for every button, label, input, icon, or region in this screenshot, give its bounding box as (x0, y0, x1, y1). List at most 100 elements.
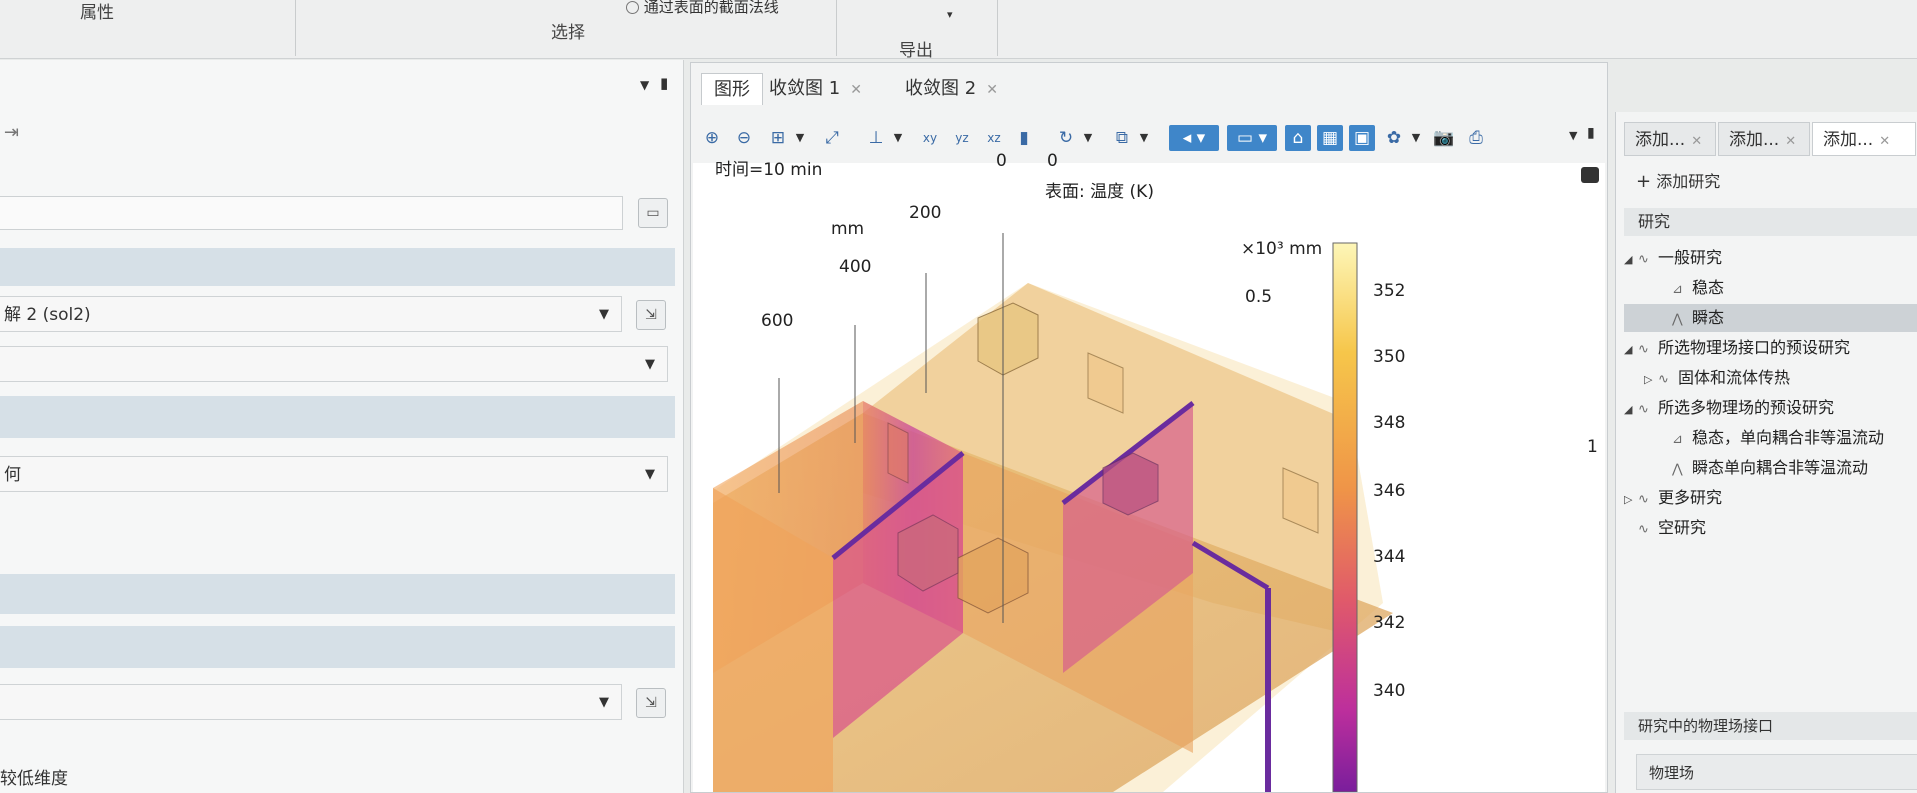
tree-item-stationary[interactable]: ⊿ 稳态 (1624, 274, 1914, 302)
tree-item-transient[interactable]: ⋀ 瞬态 (1624, 304, 1917, 332)
axis-unit-label: ×10³ mm (1241, 239, 1323, 259)
transparency-icon[interactable]: ▭ ▾ (1227, 125, 1277, 151)
screenshot-icon[interactable]: 📷 (1431, 125, 1457, 151)
graphics-window: 图形 收敛图 1 ✕ 收敛图 2 ✕ ▼ ▮ ⊕ ⊖ ⊞ ▼ ⤢ ⊥ ▼ xy yz… (690, 62, 1608, 793)
close-icon[interactable]: ✕ (850, 82, 862, 98)
add-study-button[interactable]: + 添加研究 (1636, 168, 1720, 192)
collapse-icon[interactable]: ▷ (1644, 366, 1658, 394)
chevron-down-icon[interactable]: ▼ (885, 125, 911, 151)
radio-icon (626, 1, 639, 14)
section-header-row (0, 248, 675, 286)
chevron-down-icon[interactable]: ▼ (1075, 125, 1101, 151)
wireframe-icon[interactable]: ⌂ (1285, 125, 1311, 151)
stationary-icon: ⊿ (1672, 282, 1683, 297)
surface-expression-label: 表面: 温度 (K) (1045, 182, 1154, 202)
section-header-row (0, 574, 675, 614)
expand-icon[interactable]: ◢ (1624, 246, 1638, 274)
tab-add-physics[interactable]: 添加... ✕ (1718, 122, 1810, 156)
chevron-down-icon: ▼ (645, 467, 655, 482)
chevron-down-icon[interactable]: ▼ (1403, 125, 1429, 151)
tab-convergence-plot-1[interactable]: 收敛图 1 ✕ (757, 73, 874, 105)
tab-convergence-plot-2[interactable]: 收敛图 2 ✕ (893, 73, 1010, 105)
study-group-icon: ∿ (1638, 342, 1649, 357)
close-icon[interactable]: ✕ (1691, 134, 1702, 149)
colorbar-tick: 350 (1373, 347, 1406, 367)
tree-item-preset-multiphysics-studies[interactable]: ◢ ∿ 所选多物理场的预设研究 (1624, 394, 1914, 422)
geometry-combobox[interactable]: 何 ▼ (0, 456, 668, 492)
view-yz-icon[interactable]: yz (949, 125, 975, 151)
colorbar-tick: 346 (1373, 481, 1406, 501)
edit-label-button[interactable]: ▭ (638, 198, 668, 228)
colorbar-tick: 352 (1373, 281, 1406, 301)
close-icon[interactable]: ✕ (986, 82, 998, 98)
parameter-combobox[interactable]: ▼ (0, 684, 622, 720)
scene-light-icon[interactable]: ◂ ▾ (1169, 125, 1219, 151)
tab-graphics[interactable]: 图形 (701, 73, 763, 105)
tab-add-material[interactable]: 添加... ✕ (1812, 122, 1916, 156)
ribbon-group-label: 导出 (899, 41, 933, 61)
camera-view-icon[interactable]: ▮ (1011, 125, 1037, 151)
time-label: 时间=10 min (715, 160, 823, 180)
graphics-canvas[interactable]: 时间=10 min 0 0 表面: 温度 (K) mm 200 400 600 … (693, 151, 1605, 792)
dataset-combobox[interactable]: ▼ (0, 346, 668, 382)
tree-item-transient-nonisothermal[interactable]: ⋀ 瞬态单向耦合非等温流动 (1624, 454, 1914, 482)
stationary-icon: ⊿ (1672, 432, 1683, 447)
colorbar-tick: 344 (1373, 547, 1406, 567)
view-xz-icon[interactable]: xz (981, 125, 1007, 151)
zoom-in-icon[interactable]: ⊕ (699, 125, 725, 151)
collapse-icon[interactable]: ▷ (1624, 486, 1638, 514)
expand-icon[interactable]: ◢ (1624, 336, 1638, 364)
axis-icon[interactable]: ▣ (1349, 125, 1375, 151)
physics-table-header: 物理场 (1636, 754, 1917, 790)
tree-item-stationary-nonisothermal[interactable]: ⊿ 稳态，单向耦合非等温流动 (1624, 424, 1914, 452)
ribbon-group-selection: 通过表面的截面法线 选择 (296, 0, 837, 56)
tree-item-heat-transfer[interactable]: ▷ ∿ 固体和流体传热 (1624, 364, 1914, 392)
expand-icon[interactable]: ◢ (1624, 396, 1638, 424)
grid-icon[interactable]: ▦ (1317, 125, 1343, 151)
physics-section-header: 研究中的物理场接口 (1624, 712, 1917, 740)
chevron-down-icon[interactable]: ▼ (787, 125, 813, 151)
close-icon[interactable]: ✕ (1785, 134, 1796, 149)
chevron-down-icon: ▼ (645, 357, 655, 372)
section-header-row (0, 396, 675, 438)
solution-combobox[interactable]: 解 2 (sol2) ▼ (0, 296, 622, 332)
chevron-down-icon[interactable]: ▼ (1131, 125, 1157, 151)
view-xy-icon[interactable]: xy (917, 125, 943, 151)
tree-item-empty-study[interactable]: ∿ 空研究 (1624, 514, 1914, 542)
section-normal-line-button[interactable]: 通过表面的截面法线 (626, 0, 779, 17)
studies-section-header: 研究 (1624, 208, 1917, 236)
tree-item-more-studies[interactable]: ▷ ∿ 更多研究 (1624, 484, 1914, 512)
zoom-out-icon[interactable]: ⊖ (731, 125, 757, 151)
close-icon[interactable]: ✕ (1879, 134, 1890, 149)
axis-tick-label: 0 (996, 151, 1007, 171)
settings-panel: ▼ ▮ ⇥ ▭ 解 2 (sol2) ▼ ⇲ ▼ 何 ▼ ▼ ⇲ 较低维度 (0, 60, 684, 793)
pin-icon[interactable]: ▮ (660, 74, 668, 92)
colorbar-tick: 340 (1373, 681, 1406, 701)
tree-item-preset-physics-studies[interactable]: ◢ ∿ 所选物理场接口的预设研究 (1624, 334, 1914, 362)
study-group-icon: ∿ (1638, 402, 1649, 417)
study-group-icon: ∿ (1658, 372, 1669, 387)
print-icon[interactable]: ⎙ (1463, 125, 1489, 151)
collapse-arrow-icon[interactable]: ⇥ (4, 122, 19, 143)
axis-tick-label: 200 (909, 203, 942, 223)
temperature-3d-plot (713, 233, 1393, 792)
colorbar-tick: 348 (1373, 413, 1406, 433)
axis-tick-label: 400 (839, 257, 872, 277)
axis-tick-label: 1 (1587, 437, 1598, 457)
expand-view-icon[interactable] (1581, 167, 1599, 183)
chevron-down-icon: ▼ (599, 695, 609, 710)
ribbon-group-export: ▾ 导出 (837, 0, 998, 61)
go-to-source-button[interactable]: ⇲ (636, 688, 666, 718)
label-field[interactable] (0, 196, 623, 230)
go-to-source-button[interactable]: ⇲ (636, 300, 666, 330)
plus-icon: + (1636, 171, 1652, 192)
export-dropdown-arrow[interactable]: ▾ (947, 8, 953, 21)
tree-item-general-studies[interactable]: ◢ ∿ 一般研究 (1624, 244, 1914, 272)
transient-icon: ⋀ (1672, 462, 1683, 477)
panel-menu-arrow[interactable]: ▼ (640, 78, 649, 92)
zoom-extents-icon[interactable]: ⤢ (819, 125, 845, 151)
add-study-panel: 添加... ✕ 添加... ✕ 添加... ✕ + 添加研究 研究 ◢ ∿ 一般研究 ⊿ 稳… (1615, 112, 1917, 793)
study-group-icon: ∿ (1638, 492, 1649, 507)
tab-add-study[interactable]: 添加... ✕ (1624, 122, 1716, 156)
chevron-down-icon: ▼ (599, 307, 609, 322)
